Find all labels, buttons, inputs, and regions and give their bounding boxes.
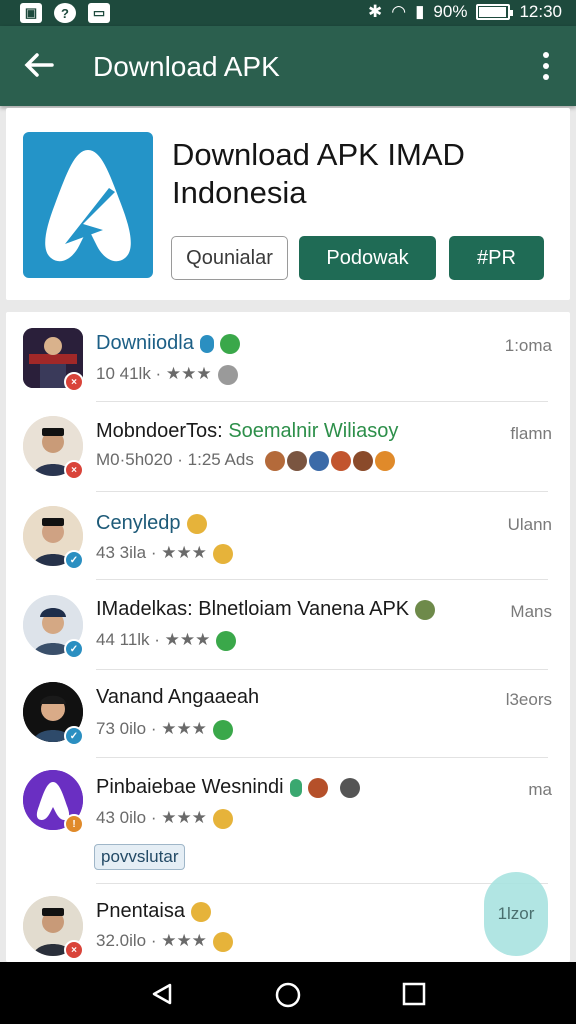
avatar-mini-icon [286,450,307,471]
system-nav-bar [0,962,576,1024]
back-arrow-icon[interactable] [22,48,56,82]
avatar-mini-icon [352,450,373,471]
help-icon: ? [54,3,76,23]
item-title: Pinbaiebae Wesnindi [96,776,360,799]
secondary-button[interactable]: #PR [449,236,544,280]
badge-icon: × [64,940,84,960]
item-meta: Ulann [507,515,552,534]
more-options-icon[interactable] [542,52,550,82]
item-meta: 1:oma [504,336,552,355]
item-meta: Mans [510,602,552,621]
home-nav-icon[interactable] [275,982,301,1008]
item-meta: l3eors [505,690,552,709]
list-item[interactable]: ✓ IMadelkas: Blnetloiam Vanena APK 44 11… [6,580,570,670]
app-toolbar: Download APK [0,26,576,106]
badge-icon: ✓ [64,639,84,659]
pin-icon [289,778,302,797]
item-subtitle: 32.0ilo · ★★★ [96,931,233,952]
list-item[interactable]: × MobndoerTos: Soemalnir Wiliasoy M0·5h0… [6,402,570,492]
outline-button[interactable]: Qounialar [171,236,288,280]
badge-icon: × [64,460,84,480]
emoji-icon [190,901,211,922]
info-icon [217,364,238,385]
item-subtitle: 43 0ilo · ★★★ [96,808,233,829]
item-title: Vanand Angaaeah [96,686,260,708]
avatar-mini-icon [415,599,436,620]
verified-icon [212,719,233,740]
status-bar: ▣ ? ▭ ✱ ◠ ▮ 90% 12:30 [0,0,576,26]
back-nav-icon[interactable] [150,982,174,1006]
badge-icon: ✓ [64,726,84,746]
signal-icon: ▮ [415,2,425,21]
item-subtitle: 73 0ilo · ★★★ [96,719,233,740]
item-subtitle: 43 3ila · ★★★ [96,543,233,564]
item-meta: ma [528,780,552,799]
app-icon [23,132,153,278]
pin-icon [199,334,214,353]
item-title: Cenyledp [96,512,207,535]
list-item[interactable]: ✓ Vanand Angaaeah 73 0ilo · ★★★ l3eors [6,670,570,758]
recents-nav-icon[interactable] [402,982,426,1006]
avatar-mini-icon [307,777,328,798]
item-title: IMadelkas: Blnetloiam Vanena APK [96,598,436,621]
app-title: Download APK IMAD Indonesia [172,136,532,212]
app-header-card: Download APK IMAD Indonesia Qounialar Po… [6,108,570,300]
item-title: Downiiodla [96,332,240,355]
battery-text: 90% [433,2,468,21]
item-meta: flamn [510,424,552,443]
search-chip[interactable]: povvslutar [94,844,186,870]
item-title: MobndoerTos: Soemalnir Wiliasoy [96,420,399,442]
item-subtitle: 10 41lk · ★★★ [96,364,238,385]
badge-icon: × [64,372,84,392]
badge-icon: ! [64,814,84,834]
avatar-mini-icon [264,450,285,471]
avatar-mini-icon [330,450,351,471]
verified-icon [216,630,237,651]
avatar-mini-icon [374,450,395,471]
app-title-line1: Download APK IMAD [172,137,465,172]
emoji-icon [186,513,207,534]
app-title-line2: Indonesia [172,175,307,210]
list-item[interactable]: × Downiiodla 10 41lk · ★★★ 1:oma [6,312,570,402]
badge-icon: ✓ [64,550,84,570]
emoji-icon [212,808,233,829]
avatar-mini-icon [308,450,329,471]
image-icon: ▣ [20,3,42,23]
verified-icon [219,333,240,354]
list-item[interactable]: ✓ Cenyledp 43 3ila · ★★★ Ulann [6,492,570,580]
list-item[interactable]: ! Pinbaiebae Wesnindi 43 0ilo · ★★★ ma [6,758,570,884]
floating-action-button[interactable]: 1lzor [484,872,548,956]
item-subtitle: M0·5h020 · 1:25 Ads [96,450,395,471]
avatar-mini-icon [339,777,360,798]
emoji-icon [212,543,233,564]
mail-icon: ▭ [88,3,110,23]
item-subtitle: 44 11lk · ★★★ [96,630,237,651]
wifi-icon: ◠ [391,2,407,21]
item-title: Pnentaisa [96,900,211,923]
clock: 12:30 [519,2,562,21]
toolbar-title: Download APK [93,51,280,82]
bluetooth-icon: ✱ [367,2,383,21]
download-button[interactable]: Podowak [299,236,436,280]
emoji-icon [212,931,233,952]
results-list: × Downiiodla 10 41lk · ★★★ 1:oma × Mobnd… [6,312,570,962]
battery-icon [476,4,514,20]
